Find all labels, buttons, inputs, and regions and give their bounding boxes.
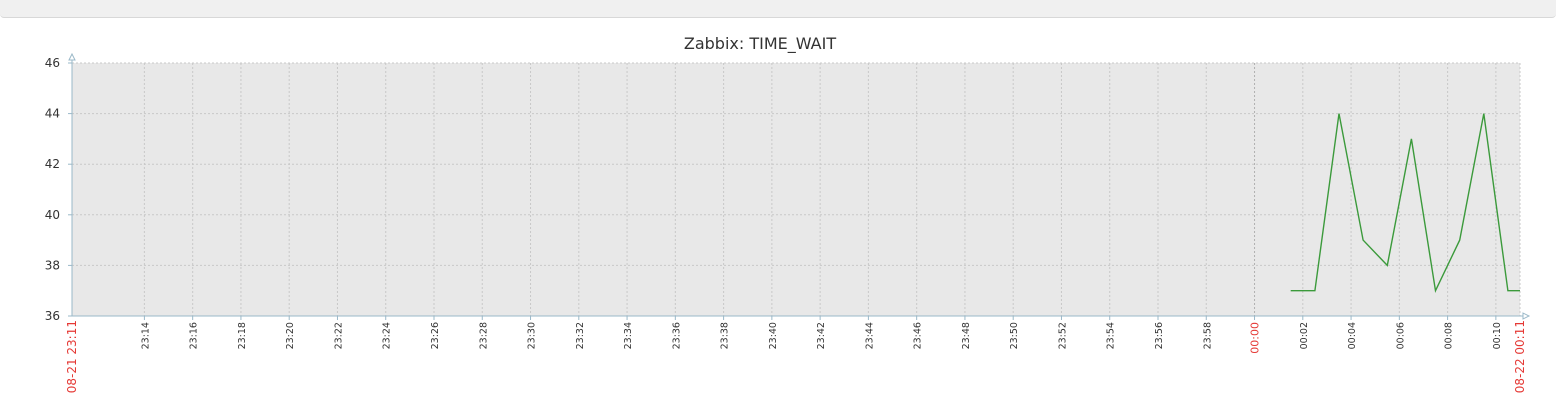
y-tick-label: 42 xyxy=(45,157,60,171)
x-tick-label: 23:52 xyxy=(1057,322,1068,349)
x-start-label: 08-21 23:11 xyxy=(65,320,79,393)
x-tick-label: 00:02 xyxy=(1299,322,1310,349)
x-tick-label: 23:40 xyxy=(768,322,779,349)
x-tick-label: 23:36 xyxy=(671,322,682,349)
x-tick-label: 23:58 xyxy=(1202,322,1213,349)
y-tick-label: 46 xyxy=(45,56,60,70)
y-tick-label: 40 xyxy=(45,208,60,222)
x-tick-label: 23:48 xyxy=(961,322,972,349)
time-wait-graph: Zabbix: TIME_WAIT 36 38 40 42 44 46 23:14 23:1… xyxy=(45,34,1531,393)
y-tick-label: 36 xyxy=(45,309,60,323)
graph-container: Zabbix: TIME_WAIT 36 38 40 42 44 46 23:14 23:1… xyxy=(0,0,1556,412)
x-end-label: 08-22 00:11 xyxy=(1513,320,1527,393)
x-tick-label: 23:14 xyxy=(140,322,151,349)
x-tick-label: 00:00 xyxy=(1249,322,1262,354)
y-axis-arrow xyxy=(68,52,76,61)
x-tick-label: 23:50 xyxy=(1009,322,1020,349)
x-tick-label: 00:04 xyxy=(1347,322,1358,349)
x-tick-label: 23:18 xyxy=(237,322,248,349)
x-tick-label: 23:26 xyxy=(430,322,441,349)
x-tick-label: 00:08 xyxy=(1444,322,1455,349)
x-tick-label: 23:44 xyxy=(864,322,875,349)
x-tick-label: 23:24 xyxy=(382,322,393,349)
chart-title: Zabbix: TIME_WAIT xyxy=(684,34,836,54)
y-tick-label: 44 xyxy=(45,107,60,121)
x-tick-label: 23:54 xyxy=(1106,322,1117,349)
x-tick-label: 23:56 xyxy=(1154,322,1165,349)
x-tick-label: 23:20 xyxy=(285,322,296,349)
x-tick-label: 23:30 xyxy=(527,322,538,349)
x-tick-label: 23:28 xyxy=(478,322,489,349)
x-axis-arrow xyxy=(1522,312,1531,320)
x-tick-label: 00:10 xyxy=(1492,322,1503,349)
y-tick-label: 38 xyxy=(45,258,60,272)
x-tick-label: 23:16 xyxy=(189,322,200,349)
x-tick-label: 00:06 xyxy=(1395,322,1406,349)
x-tick-label: 23:22 xyxy=(333,322,344,349)
x-tick-label: 23:42 xyxy=(816,322,827,349)
x-tick-label: 23:46 xyxy=(913,322,924,349)
x-tick-label: 23:34 xyxy=(623,322,634,349)
x-tick-label: 23:38 xyxy=(720,322,731,349)
x-tick-label: 23:32 xyxy=(575,322,586,349)
